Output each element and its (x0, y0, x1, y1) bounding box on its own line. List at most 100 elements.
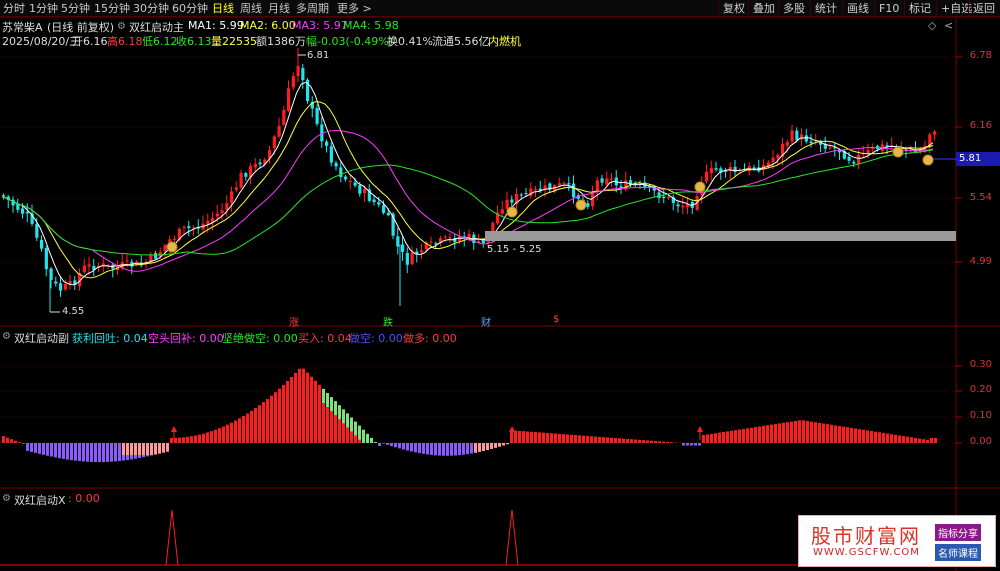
histogram-bar (774, 424, 777, 443)
candle-body (847, 156, 851, 161)
histogram-bar (878, 432, 881, 443)
candle-body (82, 265, 86, 273)
histogram-bar (918, 438, 921, 443)
candle-body (600, 178, 604, 183)
sub1-gear-icon[interactable]: ⚙ (2, 331, 11, 342)
histogram-bar (550, 433, 553, 443)
histogram-bar (718, 432, 721, 443)
histogram-cap (370, 437, 373, 443)
histogram-bar (106, 443, 109, 462)
candle-body (852, 161, 856, 164)
candle-body (676, 204, 680, 207)
candle-body (809, 141, 813, 144)
candle-body (353, 182, 357, 186)
candle-body (771, 157, 775, 162)
money-bag-icon (506, 206, 518, 218)
histogram-cap (374, 441, 377, 443)
candle-body (857, 154, 861, 165)
candle-body (705, 171, 709, 182)
histogram-bar (646, 440, 649, 443)
y-tick-label: 4.99 (969, 256, 992, 267)
candle-body (382, 205, 386, 213)
candle-body (149, 254, 153, 262)
histogram-bar (798, 420, 801, 443)
histogram-cap (362, 429, 365, 443)
sub2-gear-icon[interactable]: ⚙ (2, 493, 11, 504)
histogram-bar (526, 431, 529, 443)
histogram-bar (606, 437, 609, 443)
signal-rise-label: 涨 (289, 318, 299, 329)
histogram-bar (910, 437, 913, 443)
histogram-bar (714, 433, 717, 443)
histogram-bar (54, 443, 57, 458)
histogram-bar (42, 443, 45, 455)
candle-body (258, 162, 262, 165)
low-price-label: 4.55 (62, 306, 85, 317)
candle-body (301, 67, 305, 81)
histogram-bar (266, 398, 269, 443)
histogram-cap (498, 443, 501, 447)
y-tick-label: 5.54 (969, 192, 992, 203)
histogram-cap (478, 443, 481, 452)
histogram-bar (690, 443, 693, 446)
histogram-bar (194, 435, 197, 443)
candle-body (315, 108, 319, 124)
histogram-bar (710, 433, 713, 443)
histogram-bar (770, 424, 773, 443)
histogram-bar (514, 430, 517, 443)
candle-body (163, 244, 167, 252)
histogram-bar (894, 434, 897, 443)
signal-wealth-label: 财 (481, 318, 491, 329)
candle-body (35, 224, 39, 238)
histogram-bar (766, 425, 769, 443)
kline-chart-canvas[interactable] (0, 0, 1000, 571)
candle-body (339, 167, 343, 178)
candle-body (510, 199, 514, 203)
histogram-bar (622, 438, 625, 443)
histogram-bar (842, 426, 845, 443)
candle-body (396, 236, 400, 247)
site-watermark: 股市财富网 WWW.GSCFW.COM 指标分享 名师课程 (798, 515, 996, 567)
current-price-tag: 5.81 (956, 152, 1000, 166)
histogram-bar (270, 395, 273, 443)
histogram-bar (26, 443, 29, 451)
candle-body (87, 264, 91, 267)
histogram-bar (466, 443, 469, 455)
histogram-bar (298, 368, 301, 443)
histogram-bar (206, 432, 209, 443)
histogram-bar (446, 443, 449, 456)
histogram-bar (14, 440, 17, 443)
histogram-bar (426, 443, 429, 455)
histogram-bar (6, 437, 9, 443)
money-bag-icon (694, 181, 706, 193)
candle-body (187, 226, 191, 228)
sub1-y-tick-label: 0.10 (969, 410, 992, 421)
histogram-cap (138, 443, 141, 455)
histogram-bar (86, 443, 89, 462)
candle-body (363, 188, 367, 194)
candle-body (933, 131, 937, 135)
histogram-bar (846, 427, 849, 443)
histogram-cap (486, 443, 489, 450)
histogram-bar (210, 431, 213, 443)
histogram-bar (738, 429, 741, 443)
histogram-bar (762, 425, 765, 443)
ma3-line (1, 130, 934, 272)
histogram-bar (386, 443, 389, 445)
histogram-bar (182, 437, 185, 443)
candle-body (505, 199, 509, 209)
candle-body (59, 283, 63, 291)
histogram-bar (858, 429, 861, 443)
sub2-value: : 0.00 (68, 492, 100, 505)
buy-arrow-icon (171, 426, 177, 432)
histogram-bar (554, 433, 557, 443)
histogram-bar (558, 433, 561, 443)
histogram-bar (178, 437, 181, 443)
candle-body (101, 263, 105, 266)
candle-body (567, 183, 571, 185)
histogram-bar (658, 441, 661, 443)
histogram-bar (598, 436, 601, 443)
sub2-title: 双红启动X (14, 494, 66, 507)
money-bag-icon (922, 154, 934, 166)
histogram-bar (70, 443, 73, 461)
